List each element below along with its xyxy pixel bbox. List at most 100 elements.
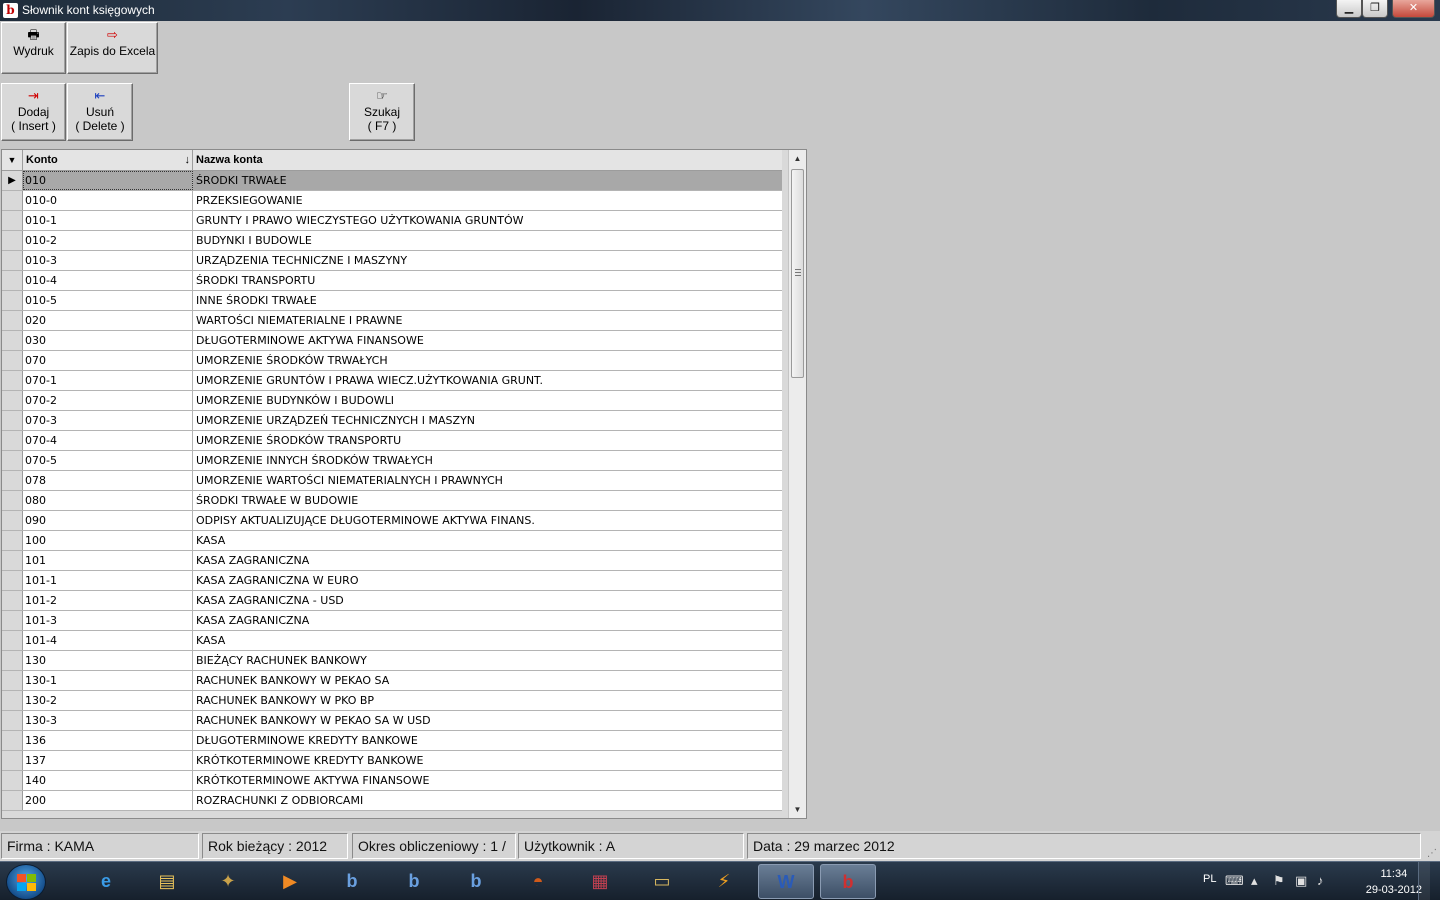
cell-konto[interactable]: 140 [23, 771, 193, 790]
table-row[interactable]: 090 ODPISY AKTUALIZUJĄCE DŁUGOTERMINOWE A… [2, 511, 782, 531]
row-indicator[interactable] [2, 731, 23, 750]
cell-konto[interactable]: 070 [23, 351, 193, 370]
row-indicator[interactable] [2, 791, 23, 810]
volume-icon[interactable]: ♪ [1317, 873, 1324, 888]
app-b3-icon[interactable]: b [448, 864, 504, 899]
table-row[interactable]: 010-1 GRUNTY I PRAWO WIECZYSTEGO UŻYTKOWA… [2, 211, 782, 231]
row-indicator[interactable] [2, 651, 23, 670]
cell-konto[interactable]: 070-1 [23, 371, 193, 390]
cell-konto[interactable]: 010-0 [23, 191, 193, 210]
cell-nazwa[interactable]: WARTOŚCI NIEMATERIALNE I PRAWNE [193, 311, 782, 330]
cell-nazwa[interactable]: ŚRODKI TRWAŁE [193, 171, 782, 190]
cell-nazwa[interactable]: KASA ZAGRANICZNA - USD [193, 591, 782, 610]
app-b2-icon[interactable]: b [386, 864, 442, 899]
cell-konto[interactable]: 020 [23, 311, 193, 330]
winamp-icon[interactable]: ⚡ [696, 864, 752, 899]
table-row[interactable]: 070-1 UMORZENIE GRUNTÓW I PRAWA WIECZ.UŻY… [2, 371, 782, 391]
table-row[interactable]: 101-4 KASA [2, 631, 782, 651]
cell-nazwa[interactable]: UMORZENIE ŚRODKÓW TRANSPORTU [193, 431, 782, 450]
app-b-active-icon[interactable]: b [820, 864, 876, 899]
cell-konto[interactable]: 010-3 [23, 251, 193, 270]
delete-button[interactable]: ⇤ Usuń ( Delete ) [67, 83, 133, 141]
ie-icon[interactable]: e [78, 864, 134, 899]
row-indicator[interactable] [2, 371, 23, 390]
resize-grip-icon[interactable]: ⋰ [1427, 848, 1437, 859]
cell-konto[interactable]: 070-4 [23, 431, 193, 450]
row-indicator[interactable] [2, 271, 23, 290]
cell-konto[interactable]: 010-2 [23, 231, 193, 250]
row-indicator[interactable] [2, 331, 23, 350]
cell-konto[interactable]: 070-2 [23, 391, 193, 410]
cell-nazwa[interactable]: ODPISY AKTUALIZUJĄCE DŁUGOTERMINOWE AKTY… [193, 511, 782, 530]
cell-nazwa[interactable]: UMORZENIE BUDYNKÓW I BUDOWLI [193, 391, 782, 410]
row-indicator[interactable] [2, 351, 23, 370]
cell-konto[interactable]: 010-5 [23, 291, 193, 310]
row-indicator[interactable] [2, 311, 23, 330]
table-row[interactable]: 140 KRÓTKOTERMINOWE AKTYWA FINANSOWE [2, 771, 782, 791]
search-button[interactable]: ☞ Szukaj ( F7 ) [349, 83, 415, 141]
keyboard-icon[interactable]: ⌨ [1225, 873, 1244, 889]
cell-nazwa[interactable]: ŚRODKI TRANSPORTU [193, 271, 782, 290]
cell-konto[interactable]: 130-1 [23, 671, 193, 690]
cell-konto[interactable]: 010-1 [23, 211, 193, 230]
cell-konto[interactable]: 010-4 [23, 271, 193, 290]
scroll-thumb[interactable] [791, 169, 804, 378]
clock[interactable]: 11:34 29-03-2012 [1366, 866, 1422, 898]
table-row[interactable]: 010-3 URZĄDZENIA TECHNICZNE I MASZYNY [2, 251, 782, 271]
row-indicator[interactable] [2, 711, 23, 730]
table-row[interactable]: 070-5 UMORZENIE INNYCH ŚRODKÓW TRWAŁYCH [2, 451, 782, 471]
table-row[interactable]: 137 KRÓTKOTERMINOWE KREDYTY BANKOWE [2, 751, 782, 771]
row-indicator[interactable] [2, 591, 23, 610]
row-indicator[interactable] [2, 631, 23, 650]
scroll-down-icon[interactable]: ▼ [789, 801, 806, 818]
row-indicator[interactable] [2, 231, 23, 250]
cell-konto[interactable]: 130 [23, 651, 193, 670]
cell-nazwa[interactable]: UMORZENIE GRUNTÓW I PRAWA WIECZ.UŻYTKOWA… [193, 371, 782, 390]
language-indicator[interactable]: PL [1203, 873, 1216, 885]
app-b1-icon[interactable]: b [324, 864, 380, 899]
table-row[interactable]: 080 ŚRODKI TRWAŁE W BUDOWIE [2, 491, 782, 511]
scroll-up-icon[interactable]: ▲ [789, 150, 806, 167]
cell-nazwa[interactable]: RACHUNEK BANKOWY W PEKAO SA [193, 671, 782, 690]
cell-konto[interactable]: 101-1 [23, 571, 193, 590]
row-indicator[interactable] [2, 531, 23, 550]
row-indicator[interactable] [2, 451, 23, 470]
row-indicator[interactable] [2, 751, 23, 770]
cell-konto[interactable]: 070-5 [23, 451, 193, 470]
cell-konto[interactable]: 130-2 [23, 691, 193, 710]
table-row[interactable]: 101-3 KASA ZAGRANICZNA [2, 611, 782, 631]
table-row[interactable]: 070-4 UMORZENIE ŚRODKÓW TRANSPORTU [2, 431, 782, 451]
table-row[interactable]: 078 UMORZENIE WARTOŚCI NIEMATERIALNYCH I … [2, 471, 782, 491]
table-row[interactable]: 070-3 UMORZENIE URZĄDZEŃ TECHNICZNYCH I M… [2, 411, 782, 431]
row-indicator[interactable] [2, 391, 23, 410]
cell-nazwa[interactable]: GRUNTY I PRAWO WIECZYSTEGO UŻYTKOWANIA G… [193, 211, 782, 230]
row-indicator[interactable] [2, 611, 23, 630]
row-indicator[interactable] [2, 251, 23, 270]
start-button[interactable] [6, 864, 46, 900]
cell-nazwa[interactable]: KASA [193, 531, 782, 550]
cell-nazwa[interactable]: ROZRACHUNKI Z ODBIORCAMI [193, 791, 782, 810]
vertical-scrollbar[interactable]: ▲ ▼ [788, 150, 806, 818]
word-icon[interactable]: W [758, 864, 814, 899]
table-row[interactable]: 200 ROZRACHUNKI Z ODBIORCAMI [2, 791, 782, 811]
cell-nazwa[interactable]: DŁUGOTERMINOWE AKTYWA FINANSOWE [193, 331, 782, 350]
row-indicator[interactable] [2, 211, 23, 230]
media-player-icon[interactable]: ▶ [262, 864, 318, 899]
cell-nazwa[interactable]: KASA ZAGRANICZNA W EURO [193, 571, 782, 590]
helmet-icon[interactable]: ◓ [510, 864, 566, 899]
excel-export-button[interactable]: ⇨ Zapis do Excela [67, 22, 158, 74]
cell-konto[interactable]: 100 [23, 531, 193, 550]
cell-nazwa[interactable]: DŁUGOTERMINOWE KREDYTY BANKOWE [193, 731, 782, 750]
cell-nazwa[interactable]: KRÓTKOTERMINOWE KREDYTY BANKOWE [193, 751, 782, 770]
print-button[interactable]: 🖶 Wydruk [1, 22, 66, 74]
table-row[interactable]: 010-4 ŚRODKI TRANSPORTU [2, 271, 782, 291]
cell-konto[interactable]: 130-3 [23, 711, 193, 730]
cell-nazwa[interactable]: UMORZENIE INNYCH ŚRODKÓW TRWAŁYCH [193, 451, 782, 470]
cell-konto[interactable]: 136 [23, 731, 193, 750]
cell-konto[interactable]: 090 [23, 511, 193, 530]
table-row[interactable]: 010-5 INNE ŚRODKI TRWAŁE [2, 291, 782, 311]
dosbox-icon[interactable]: ✦ [200, 864, 256, 899]
add-button[interactable]: ⇥ Dodaj ( Insert ) [1, 83, 66, 141]
cell-nazwa[interactable]: KASA ZAGRANICZNA [193, 551, 782, 570]
row-indicator[interactable] [2, 551, 23, 570]
